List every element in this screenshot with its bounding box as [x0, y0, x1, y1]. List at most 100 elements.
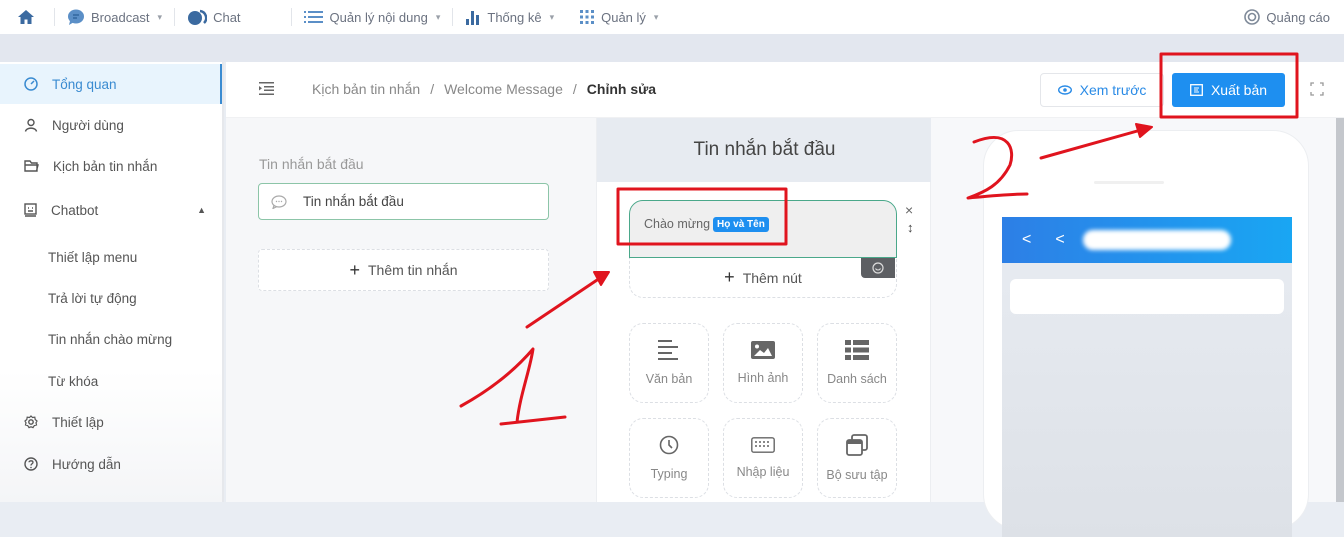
sidebar-item-settings[interactable]: Thiết lập	[0, 402, 222, 442]
section-label: Tin nhắn bắt đầu	[259, 156, 364, 172]
sidebar-item-overview[interactable]: Tổng quan	[0, 64, 222, 104]
scrollbar[interactable]	[1336, 118, 1344, 502]
breadcrumb-current: Chỉnh sửa	[586, 81, 657, 97]
chevron-down-icon: ▾	[435, 11, 441, 22]
tile-label: Hình ảnh	[737, 371, 789, 385]
nav-broadcast-label: Broadcast	[91, 9, 150, 25]
clock-icon	[659, 435, 679, 455]
folder-icon	[24, 160, 39, 172]
phone-app-bar: < <	[1002, 217, 1292, 263]
bubble-text: Chào mừng	[644, 217, 711, 231]
home-button[interactable]	[0, 0, 54, 34]
emoji-button[interactable]	[861, 258, 895, 278]
plus-icon: +	[724, 267, 735, 287]
chevron-down-icon: ▾	[549, 11, 555, 22]
sidebar: Tổng quan Người dùng Kịch bản tin nhắn C…	[0, 62, 224, 502]
name-variable-tag[interactable]: Họ và Tên	[713, 217, 769, 232]
preview-button[interactable]: Xem trước	[1040, 73, 1164, 107]
phone-screen: < <	[1002, 217, 1292, 537]
eye-icon	[1057, 85, 1072, 95]
keyboard-icon	[751, 437, 775, 453]
add-button-button[interactable]: + Thêm nút	[629, 258, 897, 298]
close-icon[interactable]: ×	[905, 202, 913, 218]
message-text-bubble[interactable]: Chào mừng Họ và Tên	[629, 200, 897, 258]
home-icon	[18, 10, 34, 24]
sidebar-item-scripts[interactable]: Kịch bản tin nhắn	[0, 146, 222, 186]
publish-button-label: Xuất bản	[1210, 82, 1268, 98]
drag-handle-icon[interactable]: ↕	[907, 220, 914, 235]
message-list-panel: Tin nhắn bắt đầu Tin nhắn bắt đầu + Thêm…	[226, 118, 596, 502]
plus-icon: +	[349, 259, 360, 280]
gallery-icon	[846, 434, 868, 456]
sidebar-item-help[interactable]: Hướng dẫn	[0, 444, 222, 484]
tile-label: Bộ sưu tập	[826, 468, 888, 482]
message-editor-panel: Tin nhắn bắt đầu Chào mừng Họ và Tên × ↕…	[596, 118, 932, 502]
phone-message-card	[1010, 279, 1284, 314]
tile-label: Nhập liệu	[736, 465, 790, 479]
nav-management-label: Quản lý	[601, 9, 646, 25]
text-align-icon	[658, 340, 680, 360]
chevron-up-icon[interactable]: ▲	[197, 205, 206, 215]
phone-preview-panel: < <	[931, 118, 1344, 537]
nav-broadcast[interactable]: Broadcast ▾	[55, 0, 174, 34]
publish-icon	[1190, 84, 1203, 96]
breadcrumb-welcome-message[interactable]: Welcome Message	[444, 81, 563, 97]
tile-gallery[interactable]: Bộ sưu tập	[817, 418, 897, 498]
add-button-label: Thêm nút	[742, 269, 802, 286]
sidebar-item-label: Chatbot	[51, 202, 99, 218]
image-icon	[751, 341, 775, 359]
tile-input[interactable]: Nhập liệu	[723, 418, 803, 498]
add-message-button[interactable]: + Thêm tin nhắn	[258, 249, 549, 291]
preview-button-label: Xem trước	[1079, 82, 1147, 98]
nav-management[interactable]: Quản lý ▾	[567, 0, 670, 34]
page-background-strip	[0, 34, 1344, 62]
sidebar-subitem-auto-reply[interactable]: Trả lời tự động	[48, 291, 137, 306]
tile-list[interactable]: Danh sách	[817, 323, 897, 403]
phone-frame: < <	[983, 130, 1309, 537]
user-icon	[24, 118, 38, 132]
tile-text[interactable]: Văn bản	[629, 323, 709, 403]
chat-bubble-icon	[67, 9, 85, 25]
bar-chart-icon	[465, 9, 481, 25]
message-item[interactable]: Tin nhắn bắt đầu	[258, 183, 549, 220]
nav-chat[interactable]: Chat	[175, 0, 252, 34]
sidebar-subitem-keywords[interactable]: Từ khóa	[48, 374, 98, 389]
breadcrumb: Kịch bản tin nhắn / Welcome Message / Ch…	[312, 81, 656, 97]
smiley-icon	[872, 262, 884, 274]
nav-chat-label: Chat	[213, 9, 241, 25]
sidebar-item-label: Hướng dẫn	[52, 456, 121, 472]
list-table-icon	[845, 340, 869, 360]
tile-image[interactable]: Hình ảnh	[723, 323, 803, 403]
message-item-label: Tin nhắn bắt đầu	[303, 194, 404, 209]
menu-toggle-icon[interactable]	[259, 82, 274, 95]
nav-content-management-label: Quản lý nội dung	[329, 9, 428, 25]
list-icon	[303, 10, 324, 24]
add-message-label: Thêm tin nhắn	[368, 262, 458, 278]
tile-label: Danh sách	[827, 372, 887, 386]
phone-speaker	[1094, 181, 1164, 184]
sidebar-subitem-welcome-message[interactable]: Tin nhắn chào mừng	[48, 332, 172, 347]
nav-statistics-label: Thống kê	[487, 9, 542, 25]
nav-content-management[interactable]: Quản lý nội dung ▾	[292, 0, 453, 34]
tile-label: Typing	[650, 467, 688, 481]
target-icon	[1244, 9, 1261, 25]
sidebar-item-users[interactable]: Người dùng	[0, 105, 222, 145]
fullscreen-icon[interactable]	[1310, 82, 1324, 96]
sidebar-item-chatbot[interactable]: Chatbot ▲	[0, 190, 222, 230]
breadcrumb-separator: /	[430, 81, 435, 97]
tile-typing[interactable]: Typing	[629, 418, 709, 498]
sidebar-item-label: Tổng quan	[52, 76, 117, 92]
breadcrumb-scripts[interactable]: Kịch bản tin nhắn	[312, 81, 420, 97]
chevron-down-icon: ▾	[653, 11, 659, 22]
breadcrumb-separator: /	[572, 81, 577, 97]
chat-bubbles-icon	[187, 9, 208, 25]
redacted-page-name	[1082, 230, 1231, 250]
bot-icon	[24, 203, 37, 217]
sidebar-subitem-menu-setup[interactable]: Thiết lập menu	[48, 250, 137, 265]
nav-ads[interactable]: Quảng cáo	[1232, 0, 1344, 34]
nav-statistics[interactable]: Thống kê ▾	[453, 0, 566, 34]
editor-header: Kịch bản tin nhắn / Welcome Message / Ch…	[226, 62, 1344, 118]
back-icon: <	[1022, 231, 1032, 248]
publish-button[interactable]: Xuất bản	[1172, 73, 1285, 107]
nav-ads-label: Quảng cáo	[1266, 9, 1330, 25]
